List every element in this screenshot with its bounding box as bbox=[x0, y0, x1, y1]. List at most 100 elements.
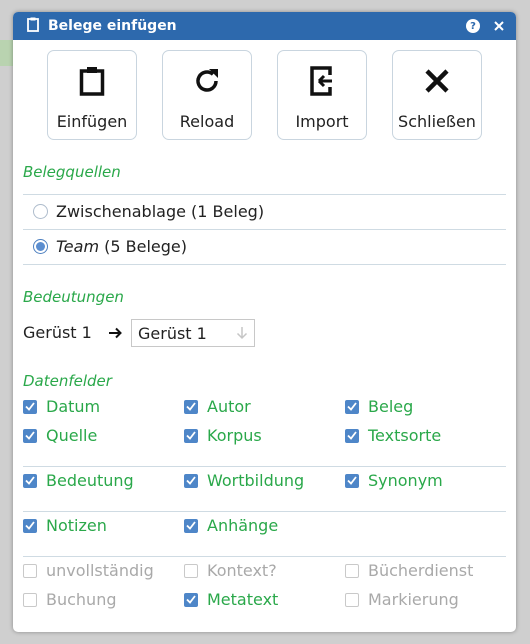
field-checkbox[interactable]: Korpus bbox=[184, 426, 262, 445]
field-checkbox[interactable]: Anhänge bbox=[184, 516, 278, 535]
check-icon bbox=[25, 431, 35, 440]
field-label: Kontext? bbox=[207, 561, 277, 580]
help-button[interactable]: ? bbox=[464, 17, 482, 35]
field-checkbox[interactable]: Textsorte bbox=[345, 426, 441, 445]
check-icon bbox=[347, 431, 357, 440]
quelle-zwischenablage-label: Zwischenablage (1 Beleg) bbox=[56, 202, 265, 221]
divider bbox=[23, 556, 506, 557]
clipboard-icon bbox=[79, 65, 105, 97]
field-label: Autor bbox=[207, 397, 251, 416]
reload-button[interactable]: Reload bbox=[162, 50, 252, 140]
checkbox-unchecked[interactable] bbox=[23, 563, 37, 578]
checkbox-unchecked[interactable] bbox=[345, 563, 359, 578]
field-label: Anhänge bbox=[207, 516, 279, 535]
checkbox-checked[interactable] bbox=[184, 399, 198, 414]
arrow-right-icon bbox=[108, 327, 122, 339]
field-label: Quelle bbox=[46, 426, 98, 445]
checkbox-unchecked[interactable] bbox=[345, 592, 359, 607]
bedeutung-target-select[interactable]: Gerüst 1 bbox=[131, 319, 255, 347]
divider bbox=[23, 229, 506, 230]
x-icon bbox=[424, 65, 450, 97]
checkbox-checked[interactable] bbox=[23, 399, 37, 414]
import-button[interactable]: Import bbox=[277, 50, 367, 140]
check-icon bbox=[186, 595, 196, 604]
titlebar: Belege einfügen ? bbox=[13, 12, 516, 40]
schliessen-button[interactable]: Schließen bbox=[392, 50, 482, 140]
checkbox-checked[interactable] bbox=[23, 518, 37, 533]
bedeutung-mapping: Gerüst 1 bbox=[23, 319, 122, 347]
bedeutung-target-value: Gerüst 1 bbox=[138, 323, 207, 343]
check-icon bbox=[347, 476, 357, 485]
arrow-down-icon bbox=[236, 327, 248, 340]
check-icon bbox=[25, 402, 35, 411]
close-button[interactable] bbox=[490, 17, 508, 35]
field-label: Bücherdienst bbox=[368, 561, 474, 580]
check-icon bbox=[186, 476, 196, 485]
checkbox-checked[interactable] bbox=[184, 473, 198, 488]
close-icon bbox=[494, 21, 504, 31]
field-label: unvollständig bbox=[46, 561, 154, 580]
reload-icon bbox=[192, 65, 222, 97]
field-label: Bedeutung bbox=[46, 471, 134, 490]
field-label: Korpus bbox=[207, 426, 262, 445]
radio-button[interactable] bbox=[33, 204, 48, 219]
checkbox-checked[interactable] bbox=[345, 473, 359, 488]
quelle-team-label: Team (5 Belege) bbox=[56, 237, 187, 256]
clipboard-icon bbox=[27, 17, 39, 36]
checkbox-unchecked[interactable] bbox=[184, 563, 198, 578]
bedeutungen-heading: Bedeutungen bbox=[23, 288, 124, 306]
check-icon bbox=[186, 431, 196, 440]
checkbox-checked[interactable] bbox=[345, 399, 359, 414]
background-strip bbox=[0, 40, 14, 66]
field-checkbox[interactable]: Metatext bbox=[184, 590, 278, 609]
divider bbox=[23, 264, 506, 265]
check-icon bbox=[347, 402, 357, 411]
field-label: Notizen bbox=[46, 516, 107, 535]
field-checkbox[interactable]: Autor bbox=[184, 397, 251, 416]
import-label: Import bbox=[295, 112, 349, 131]
field-label: Textsorte bbox=[368, 426, 442, 445]
checkbox-checked[interactable] bbox=[23, 428, 37, 443]
question-circle-icon: ? bbox=[466, 19, 480, 33]
radio-button-selected[interactable] bbox=[33, 239, 48, 254]
divider bbox=[23, 194, 506, 195]
checkbox-checked[interactable] bbox=[184, 592, 198, 607]
belege-einfuegen-dialog: Belege einfügen ? Einfügen Reload Import bbox=[13, 12, 516, 632]
field-label: Beleg bbox=[368, 397, 414, 416]
field-checkbox[interactable]: Kontext? bbox=[184, 561, 277, 580]
field-checkbox[interactable]: Buchung bbox=[23, 590, 117, 609]
divider bbox=[23, 511, 506, 512]
belegquellen-heading: Belegquellen bbox=[23, 163, 121, 181]
field-label: Synonym bbox=[368, 471, 443, 490]
field-label: Datum bbox=[46, 397, 101, 416]
import-icon bbox=[308, 65, 336, 97]
field-label: Metatext bbox=[207, 590, 279, 609]
dialog-title: Belege einfügen bbox=[48, 18, 177, 34]
check-icon bbox=[25, 476, 35, 485]
field-checkbox[interactable]: Beleg bbox=[345, 397, 413, 416]
checkbox-unchecked[interactable] bbox=[23, 592, 37, 607]
field-checkbox[interactable]: Synonym bbox=[345, 471, 443, 490]
bedeutung-source: Gerüst 1 bbox=[23, 323, 92, 342]
field-checkbox[interactable]: Bedeutung bbox=[23, 471, 134, 490]
datenfelder-heading: Datenfelder bbox=[23, 372, 112, 390]
checkbox-checked[interactable] bbox=[23, 473, 37, 488]
field-checkbox[interactable]: Markierung bbox=[345, 590, 459, 609]
field-checkbox[interactable]: Wortbildung bbox=[184, 471, 304, 490]
field-checkbox[interactable]: unvollständig bbox=[23, 561, 154, 580]
toolbar: Einfügen Reload Import Schließen bbox=[13, 40, 516, 158]
field-checkbox[interactable]: Notizen bbox=[23, 516, 107, 535]
einfuegen-label: Einfügen bbox=[56, 112, 128, 131]
einfuegen-button[interactable]: Einfügen bbox=[47, 50, 137, 140]
field-checkbox[interactable]: Datum bbox=[23, 397, 100, 416]
checkbox-checked[interactable] bbox=[184, 518, 198, 533]
field-checkbox[interactable]: Bücherdienst bbox=[345, 561, 473, 580]
field-label: Markierung bbox=[368, 590, 459, 609]
check-icon bbox=[186, 521, 196, 530]
quelle-team[interactable]: Team (5 Belege) bbox=[23, 237, 187, 256]
field-checkbox[interactable]: Quelle bbox=[23, 426, 97, 445]
checkbox-checked[interactable] bbox=[345, 428, 359, 443]
quelle-zwischenablage[interactable]: Zwischenablage (1 Beleg) bbox=[23, 202, 264, 221]
reload-label: Reload bbox=[179, 112, 235, 131]
checkbox-checked[interactable] bbox=[184, 428, 198, 443]
